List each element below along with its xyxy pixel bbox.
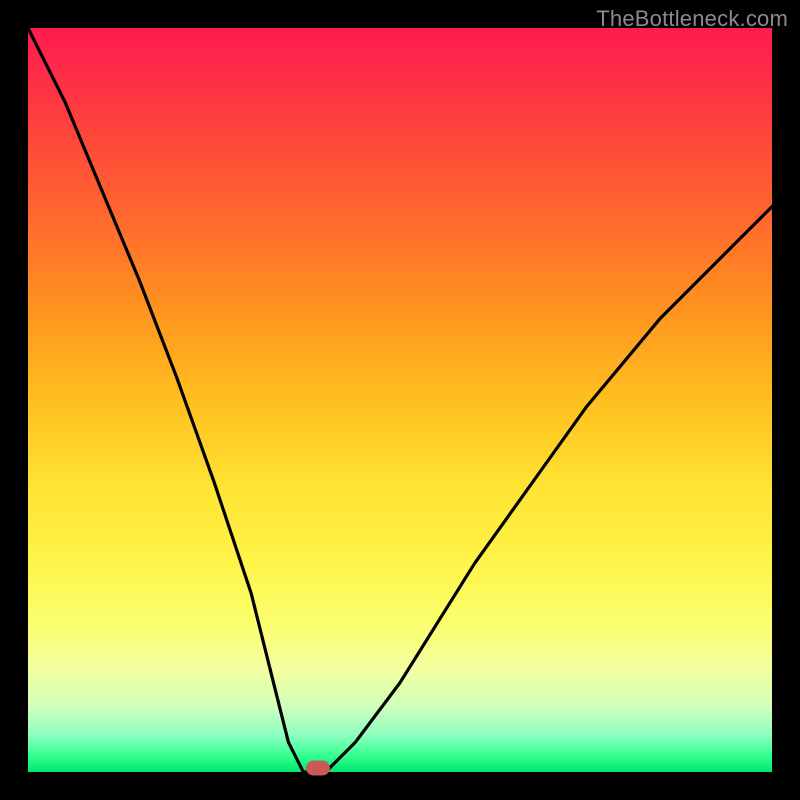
chart-frame: TheBottleneck.com [0,0,800,800]
plot-area [28,28,772,772]
bottleneck-curve [28,28,772,772]
optimal-marker [306,761,330,776]
curve-layer [28,28,772,772]
watermark-text: TheBottleneck.com [596,6,788,32]
